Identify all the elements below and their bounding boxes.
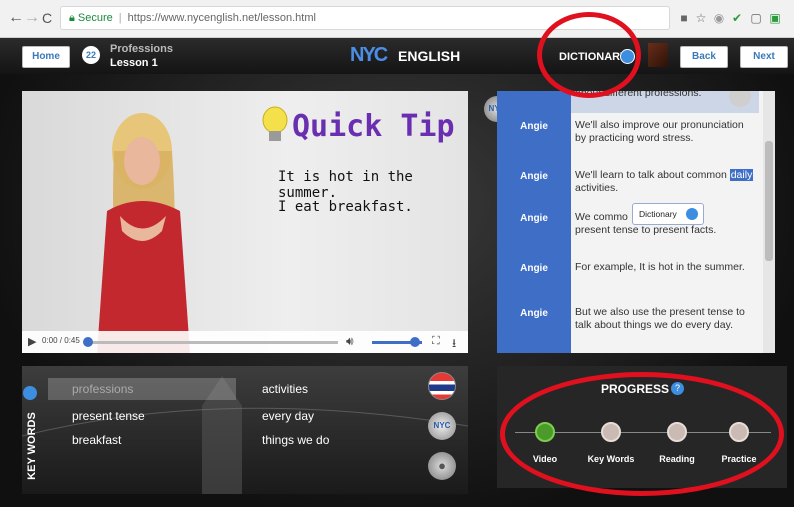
keyword-item[interactable]: breakfast [72, 433, 121, 447]
speaker-label: Angie [497, 253, 571, 298]
next-button[interactable]: Next [740, 46, 788, 68]
download-icon[interactable]: ⭳ [452, 334, 456, 353]
logo-text: ENGLISH [398, 48, 461, 64]
avatar[interactable] [648, 43, 668, 67]
info-icon[interactable] [23, 386, 37, 400]
volume-handle[interactable] [409, 337, 420, 347]
speaker-label: Angie [497, 113, 571, 161]
time-display: 0:00 / 0:45 [42, 336, 80, 345]
transcript-text-start: We commo [575, 211, 628, 223]
camera-icon[interactable]: ■ [677, 11, 691, 25]
lightbulb-icon [262, 106, 288, 141]
tip-line-2: I eat breakfast. [278, 199, 413, 215]
keyword-item[interactable]: professions [72, 382, 133, 396]
lesson-title: Professions [110, 43, 173, 55]
transcript-row[interactable]: Angie But we also use the present tense … [497, 298, 759, 353]
check-extension-icon[interactable]: ✔ [730, 11, 744, 25]
square-extension-icon[interactable]: ▢ [749, 11, 763, 25]
transcript-text: But we also use the present tense to tal… [575, 306, 745, 331]
dictionary-tooltip[interactable]: Dictionary [632, 203, 704, 225]
url-separator: | [118, 12, 122, 24]
transcript-row[interactable]: about different professions. [497, 91, 759, 113]
speaker-label: Angie [497, 161, 571, 203]
quick-tip-title: Quick Tip [292, 109, 455, 144]
seek-bar[interactable] [88, 341, 338, 344]
transcript-text-before: We'll learn to talk about common [575, 169, 730, 181]
extension-icon[interactable]: ◉ [712, 11, 726, 25]
back-arrow-icon[interactable]: ← [8, 9, 24, 27]
keywords-panel: KEY WORDS professions present tense brea… [22, 366, 468, 494]
video-controls: ▶ 0:00 / 0:45 🔊︎ ⛶ ⭳ [22, 331, 468, 353]
speaker-label [497, 91, 571, 113]
scrollbar-thumb[interactable] [765, 141, 773, 261]
keyword-item[interactable]: things we do [262, 433, 329, 447]
lock-icon: 🔒︎ [69, 12, 75, 24]
keywords-title: KEY WORDS [26, 412, 38, 480]
app-header: Home 22 Professions Lesson 1 NYC ENGLISH… [0, 38, 794, 74]
lesson-subtitle: Lesson 1 [110, 57, 158, 69]
transcript-panel: about different professions. Angie We'll… [497, 91, 775, 353]
transcript-row[interactable]: Angie We'll also improve our pronunciati… [497, 113, 759, 161]
language-flag-icon[interactable] [428, 372, 456, 400]
transcript-text-after: activities. [575, 181, 619, 194]
seek-handle[interactable] [83, 337, 93, 347]
transcript-text: We'll also improve our pronunciation by … [575, 119, 744, 144]
annotation-circle-progress [500, 372, 784, 496]
transcript-row[interactable]: Angie We commo present tense to present … [497, 203, 759, 253]
transcript-scrollbar[interactable] [763, 91, 775, 353]
home-button[interactable]: Home [22, 46, 70, 68]
fullscreen-icon[interactable]: ⛶ [432, 335, 440, 348]
play-icon[interactable]: ▶ [28, 335, 36, 348]
annotation-circle-dictionary [537, 12, 641, 98]
volume-icon[interactable]: 🔊︎ [346, 334, 354, 349]
secure-label: Secure [77, 12, 113, 24]
logo-mark: NYC [350, 44, 388, 66]
browser-toolbar: ← → C 🔒︎ Secure | https://www.nycenglish.n… [0, 0, 794, 38]
back-button[interactable]: Back [680, 46, 728, 68]
transcript-text-end: present tense to present facts. [575, 223, 717, 236]
forward-arrow-icon[interactable]: → [24, 9, 40, 27]
keywords-title-bar: KEY WORDS [23, 386, 40, 488]
transcript-row[interactable]: Angie For example, It is hot in the summ… [497, 253, 759, 298]
dictionary-book-icon[interactable] [686, 208, 698, 220]
speaker-label: Angie [497, 203, 571, 253]
keyword-item[interactable]: every day [262, 409, 314, 423]
reload-icon[interactable]: C [42, 10, 52, 26]
transcript-row[interactable]: Angie We'll learn to talk about common d… [497, 161, 759, 203]
url-text: https://www.nycenglish.net/lesson.html [127, 12, 316, 24]
video-player[interactable]: Quick Tip It is hot in the summer. I eat… [22, 91, 468, 353]
tip-line-1: It is hot in the summer. [278, 169, 413, 201]
speaker-label: Angie [497, 298, 571, 353]
star-icon[interactable]: ☆ [694, 11, 708, 25]
dictionary-tooltip-label: Dictionary [639, 209, 677, 219]
highlighted-word[interactable]: daily [729, 169, 754, 181]
lesson-number-badge: 22 [82, 46, 100, 64]
green-extension-icon[interactable]: ▣ [768, 11, 782, 25]
nyc-audio-icon[interactable]: NYC [428, 412, 456, 440]
keyword-item[interactable]: activities [262, 382, 308, 396]
keyword-item[interactable]: present tense [72, 409, 145, 423]
transcript-text: For example, It is hot in the summer. [575, 261, 745, 273]
transcript-text: We'll learn to talk about common daily a… [575, 169, 755, 194]
microphone-icon[interactable]: ● [428, 452, 456, 480]
